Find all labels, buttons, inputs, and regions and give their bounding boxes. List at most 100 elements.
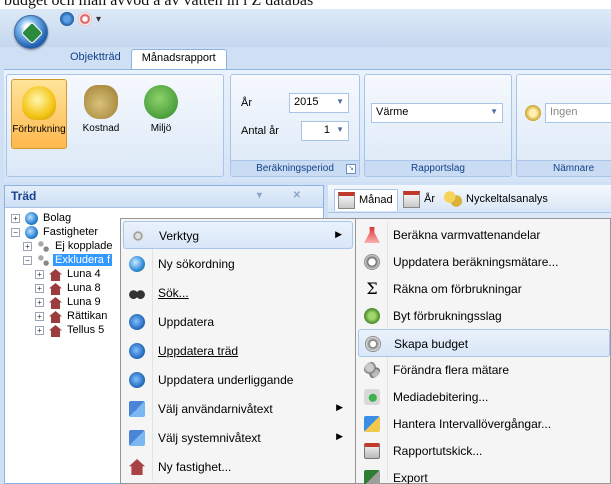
menu-item-hantera-intervallovergangar[interactable]: Hantera Intervallövergångar... bbox=[358, 410, 610, 438]
menu-item-byt-forbrukningsslag[interactable]: Byt förbrukningsslag bbox=[358, 302, 610, 330]
miljo-button[interactable]: Miljö bbox=[133, 79, 189, 149]
tree-node-label: Exkludera f bbox=[53, 254, 113, 266]
globe-icon bbox=[129, 256, 145, 272]
menu-item-skapa-budget[interactable]: Skapa budget bbox=[358, 329, 610, 357]
menu-item-export[interactable]: Export bbox=[358, 464, 610, 484]
context-menu: Verktyg ▶ Ny sökordning Sök... Uppdatera… bbox=[120, 218, 356, 484]
tree-node-label: Luna 8 bbox=[67, 282, 101, 294]
budget-icon bbox=[365, 336, 381, 352]
pin-icon[interactable]: ▾ ✕ bbox=[257, 190, 315, 201]
menu-item-verktyg[interactable]: Verktyg ▶ bbox=[123, 221, 353, 249]
menu-item-uppdatera-underliggande[interactable]: Uppdatera underliggande bbox=[123, 366, 353, 394]
tab-manad[interactable]: Månad bbox=[334, 189, 398, 211]
menu-item-sok[interactable]: Sök... bbox=[123, 279, 353, 307]
tab-nyckeltalsanalys[interactable]: Nyckeltalsanalys bbox=[442, 189, 552, 211]
tree-node-label: Ej kopplade bbox=[55, 240, 113, 252]
tree-node-fastigheter[interactable]: − Fastigheter bbox=[5, 226, 125, 240]
menu-item-berakna-varmvattenandelar[interactable]: Beräkna varmvattenandelar bbox=[358, 221, 610, 249]
menu-item-uppdatera-trad[interactable]: Uppdatera träd bbox=[123, 337, 353, 365]
caption-text: budget och man avvod a av vatten in i Z … bbox=[4, 0, 314, 9]
tree-node-bolag[interactable]: + Bolag bbox=[5, 212, 125, 226]
application-menu-button[interactable] bbox=[14, 15, 48, 49]
expand-icon[interactable]: + bbox=[35, 326, 44, 335]
tree-node-luna-9[interactable]: + Luna 9 bbox=[5, 296, 125, 310]
refresh-icon bbox=[129, 314, 145, 330]
tree-node-label: Bolag bbox=[43, 212, 72, 224]
rapportslag-value: Värme bbox=[376, 106, 409, 118]
ribbon-group-type: Förbrukning Kostnad Miljö bbox=[6, 74, 224, 177]
tab-objekttrad[interactable]: Objektträd bbox=[60, 49, 131, 69]
menu-item-ny-sokordning[interactable]: Ny sökordning bbox=[123, 250, 353, 278]
miljo-label: Miljö bbox=[150, 123, 172, 134]
report-tabs: Månad År Nyckeltalsanalys bbox=[328, 185, 611, 213]
rapportslag-combo[interactable]: Värme ▼ bbox=[371, 103, 503, 123]
menu-item-rakna-om-forbrukningar[interactable]: Σ Räkna om förbrukningar bbox=[358, 275, 610, 303]
language-icon bbox=[129, 430, 145, 446]
tree-pane-header: Träd ▾ ✕ bbox=[5, 186, 323, 208]
menu-item-rapportutskick[interactable]: Rapportutskick... bbox=[358, 437, 610, 465]
meter-icon bbox=[364, 254, 380, 270]
customize-toolbar-icon[interactable]: ▾ bbox=[96, 14, 101, 25]
chevron-down-icon[interactable]: ▼ bbox=[490, 107, 498, 116]
ribbon: Förbrukning Kostnad Miljö År 2015 ▼ Anta… bbox=[4, 69, 611, 182]
expand-icon[interactable]: + bbox=[11, 214, 20, 223]
expand-icon[interactable]: + bbox=[35, 270, 44, 279]
expand-icon[interactable]: + bbox=[35, 312, 44, 321]
chevron-down-icon[interactable]: ▼ bbox=[336, 125, 344, 134]
tree-node-luna-4[interactable]: + Luna 4 bbox=[5, 268, 125, 282]
berakningsperiod-group-label: Beräkningsperiod bbox=[231, 160, 359, 176]
tree-node-tellus-5[interactable]: + Tellus 5 bbox=[5, 324, 125, 338]
submenu-arrow-icon: ▶ bbox=[336, 402, 343, 412]
tab-label: Nyckeltalsanalys bbox=[466, 193, 548, 205]
menu-item-uppdatera-berakningsmatare[interactable]: Uppdatera beräkningsmätare... bbox=[358, 248, 610, 276]
dialog-launcher-icon[interactable]: ↘ bbox=[346, 164, 356, 174]
antal-ar-spinner[interactable]: 1 ▼ bbox=[301, 121, 349, 141]
binoculars-icon bbox=[129, 285, 145, 301]
tree-node-luna-8[interactable]: + Luna 8 bbox=[5, 282, 125, 296]
menu-item-valj-anvandarnivatext[interactable]: Välj användarnivåtext ▶ bbox=[123, 395, 353, 423]
namnare-group-label: Nämnare bbox=[517, 160, 611, 176]
menu-item-forandra-flera-matare[interactable]: Förändra flera mätare bbox=[358, 356, 610, 384]
collapse-icon[interactable]: − bbox=[23, 256, 32, 265]
menu-item-label: Beräkna varmvattenandelar bbox=[393, 228, 541, 242]
expand-icon[interactable]: + bbox=[35, 284, 44, 293]
refresh-icon[interactable] bbox=[60, 12, 74, 26]
tab-manadsrapport[interactable]: Månadsrapport bbox=[130, 49, 227, 69]
calendar-icon bbox=[338, 192, 355, 209]
house-icon bbox=[49, 325, 62, 337]
tree-node-label: Fastigheter bbox=[43, 226, 99, 238]
menu-item-label: Välj användarnivåtext bbox=[158, 402, 273, 416]
year-spinner[interactable]: 2015 ▼ bbox=[289, 93, 349, 113]
tree-node-exkludera[interactable]: − Exkludera f bbox=[5, 254, 125, 268]
title-bar: ▾ bbox=[0, 9, 611, 49]
gears-icon bbox=[364, 362, 380, 378]
submenu-arrow-icon: ▶ bbox=[336, 431, 343, 441]
help-icon[interactable] bbox=[78, 12, 92, 26]
tab-label: År bbox=[424, 193, 435, 205]
forbrukning-button[interactable]: Förbrukning bbox=[11, 79, 67, 149]
namnare-combo[interactable]: Ingen bbox=[545, 103, 611, 123]
house-icon bbox=[129, 459, 145, 475]
menu-item-label: Uppdatera bbox=[158, 315, 215, 329]
tab-label: Månad bbox=[359, 194, 393, 206]
menu-item-ny-fastighet[interactable]: Ny fastighet... bbox=[123, 453, 353, 481]
expand-icon[interactable]: + bbox=[23, 242, 32, 251]
tree-node-rattikan[interactable]: + Rättikan bbox=[5, 310, 125, 324]
menu-item-uppdatera[interactable]: Uppdatera bbox=[123, 308, 353, 336]
tree-node-label: Luna 4 bbox=[67, 268, 101, 280]
refresh-icon bbox=[129, 372, 145, 388]
kostnad-button[interactable]: Kostnad bbox=[73, 79, 129, 149]
menu-item-label: Ny fastighet... bbox=[158, 460, 232, 474]
expand-icon[interactable]: + bbox=[35, 298, 44, 307]
key-icon bbox=[525, 105, 541, 121]
export-icon bbox=[364, 470, 380, 484]
chevron-down-icon[interactable]: ▼ bbox=[336, 97, 344, 106]
collapse-icon[interactable]: − bbox=[11, 228, 20, 237]
tab-ar[interactable]: År bbox=[400, 189, 439, 211]
keys-icon bbox=[442, 189, 464, 209]
tools-icon bbox=[130, 228, 146, 244]
menu-item-valj-systemnivatext[interactable]: Välj systemnivåtext ▶ bbox=[123, 424, 353, 452]
tree-node-ej-kopplade[interactable]: + Ej kopplade bbox=[5, 240, 125, 254]
menu-item-mediadebitering[interactable]: Mediadebitering... bbox=[358, 383, 610, 411]
language-icon bbox=[129, 401, 145, 417]
